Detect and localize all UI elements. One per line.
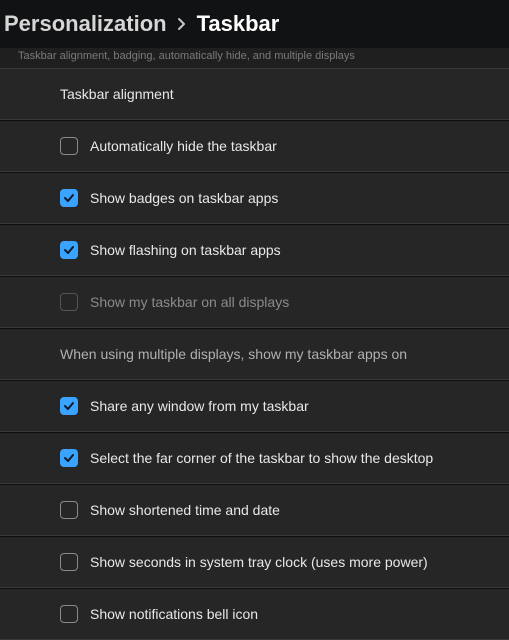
breadcrumb-current: Taskbar xyxy=(197,11,280,37)
checkbox-autohide[interactable] xyxy=(60,137,78,155)
checkbox-short-time[interactable] xyxy=(60,501,78,519)
checkbox-seconds[interactable] xyxy=(60,553,78,571)
section-description: Taskbar alignment, badging, automaticall… xyxy=(0,48,509,68)
row-label: Show my taskbar on all displays xyxy=(90,294,289,310)
row-autohide[interactable]: Automatically hide the taskbar xyxy=(0,120,509,172)
row-label: Show badges on taskbar apps xyxy=(90,190,278,206)
row-multi-display-label: When using multiple displays, show my ta… xyxy=(0,328,509,380)
breadcrumb-parent[interactable]: Personalization xyxy=(4,11,167,37)
row-label: Share any window from my taskbar xyxy=(90,398,309,414)
row-all-displays: Show my taskbar on all displays xyxy=(0,276,509,328)
row-flashing[interactable]: Show flashing on taskbar apps xyxy=(0,224,509,276)
checkbox-share-window[interactable] xyxy=(60,397,78,415)
row-share-window[interactable]: Share any window from my taskbar xyxy=(0,380,509,432)
row-label: Show seconds in system tray clock (uses … xyxy=(90,554,428,570)
row-short-time[interactable]: Show shortened time and date xyxy=(0,484,509,536)
chevron-right-icon xyxy=(177,17,187,31)
checkbox-bell[interactable] xyxy=(60,605,78,623)
row-seconds[interactable]: Show seconds in system tray clock (uses … xyxy=(0,536,509,588)
row-label: Select the far corner of the taskbar to … xyxy=(90,450,433,466)
row-badges[interactable]: Show badges on taskbar apps xyxy=(0,172,509,224)
row-label: Automatically hide the taskbar xyxy=(90,138,277,154)
settings-list: Taskbar alignment Automatically hide the… xyxy=(0,68,509,640)
checkbox-far-corner[interactable] xyxy=(60,449,78,467)
row-bell[interactable]: Show notifications bell icon xyxy=(0,588,509,640)
row-taskbar-alignment[interactable]: Taskbar alignment xyxy=(0,68,509,120)
row-label: Taskbar alignment xyxy=(60,86,174,102)
row-label: Show shortened time and date xyxy=(90,502,280,518)
checkbox-all-displays xyxy=(60,293,78,311)
row-label: Show notifications bell icon xyxy=(90,606,258,622)
row-far-corner[interactable]: Select the far corner of the taskbar to … xyxy=(0,432,509,484)
row-label: When using multiple displays, show my ta… xyxy=(60,346,407,362)
checkbox-badges[interactable] xyxy=(60,189,78,207)
breadcrumb: Personalization Taskbar xyxy=(0,0,509,48)
checkbox-flashing[interactable] xyxy=(60,241,78,259)
row-label: Show flashing on taskbar apps xyxy=(90,242,281,258)
